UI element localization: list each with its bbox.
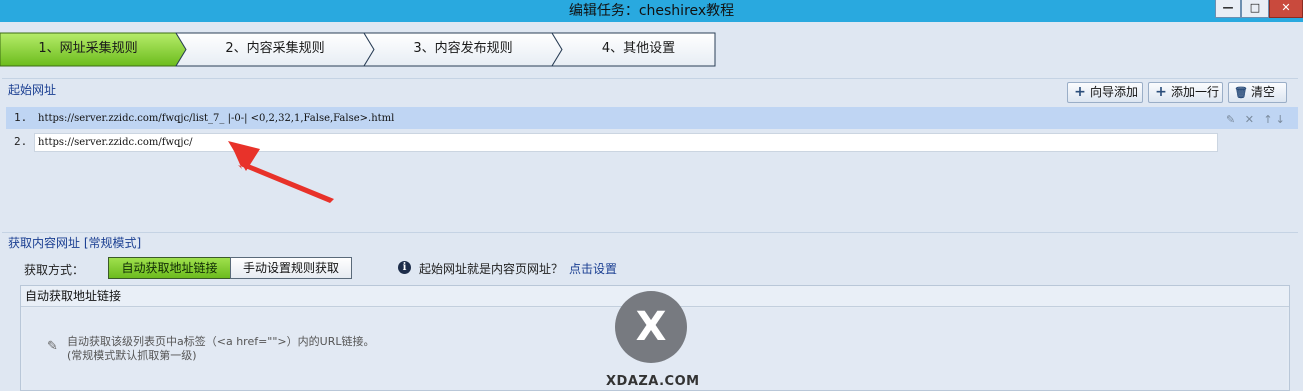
tab-step-4[interactable]: 4、其他设置	[562, 32, 715, 67]
url-row-2[interactable]: 2. https://server.zzidc.com/fwqjc/	[6, 131, 1298, 153]
fetch-method-label: 获取方式：	[24, 263, 85, 277]
info-icon: i	[398, 261, 411, 274]
watermark-logo: X	[615, 291, 687, 363]
maximize-button[interactable]: □	[1241, 0, 1269, 18]
title-bar: 编辑任务：cheshirex教程	[0, 0, 1303, 22]
click-settings-link[interactable]: 点击设置	[569, 260, 617, 277]
plus-icon: +	[1155, 84, 1167, 100]
row-action-icons[interactable]: ✎ ✕ ↑↓	[1226, 113, 1288, 126]
trash-icon: 🗑	[1234, 86, 1248, 99]
fetch-section-label: 获取内容网址 [常规模式]	[8, 236, 142, 250]
wizard-add-button[interactable]: + 向导添加	[1067, 82, 1143, 103]
close-button[interactable]: ✕	[1269, 0, 1303, 18]
manual-rule-mode-button[interactable]: 手动设置规则获取	[230, 257, 352, 279]
minimize-button[interactable]: —	[1215, 0, 1241, 18]
watermark-text: XDAZA.COM	[606, 374, 700, 389]
start-url-label: 起始网址	[8, 83, 57, 97]
plus-icon: +	[1074, 84, 1086, 100]
hint-line-2: (常规模式默认抓取第一级)	[67, 349, 197, 362]
clear-button[interactable]: 🗑 清空	[1228, 82, 1287, 103]
paperclip-icon: ✎	[47, 339, 58, 354]
annotation-arrow	[228, 141, 334, 203]
tab-step-2[interactable]: 2、内容采集规则	[186, 32, 364, 67]
window-title: 编辑任务：cheshirex教程	[568, 3, 735, 19]
add-row-button[interactable]: + 添加一行	[1148, 82, 1223, 103]
auto-fetch-mode-button[interactable]: 自动获取地址链接	[108, 257, 231, 279]
url-field-2[interactable]: https://server.zzidc.com/fwqjc/	[34, 133, 1218, 152]
start-is-content-question: 起始网址就是内容页网址？	[419, 262, 564, 276]
url-field-1[interactable]: https://server.zzidc.com/fwqjc/list_7_ |…	[34, 109, 1218, 128]
tab-step-1[interactable]: 1、网址采集规则	[0, 32, 176, 67]
url-row-1[interactable]: 1. https://server.zzidc.com/fwqjc/list_7…	[6, 107, 1298, 129]
row-number: 2.	[14, 135, 28, 148]
tab-step-3[interactable]: 3、内容发布规则	[374, 32, 552, 67]
row-number: 1.	[14, 111, 28, 124]
